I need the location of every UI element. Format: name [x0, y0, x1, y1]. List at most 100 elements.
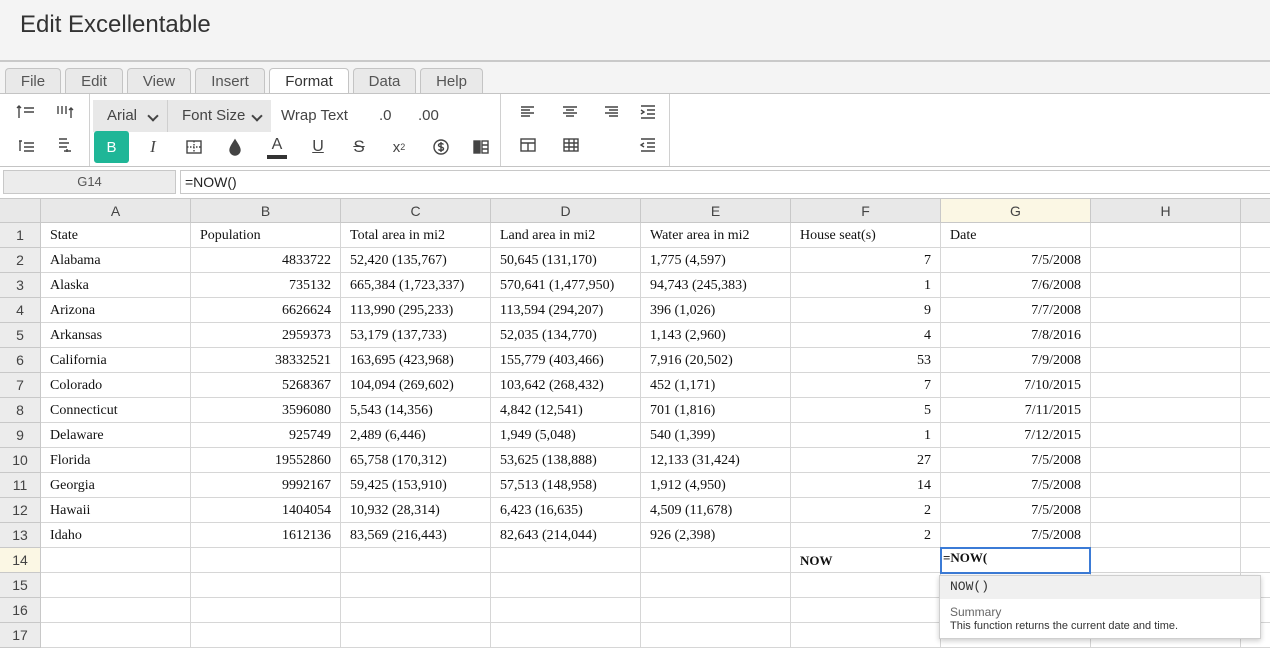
table-cell[interactable]: 2,489 (6,446): [341, 423, 491, 448]
table-cell[interactable]: 38332521: [191, 348, 341, 373]
column-header-b[interactable]: B: [191, 199, 341, 223]
table-cell[interactable]: 10,932 (28,314): [341, 498, 491, 523]
row-header[interactable]: 15: [0, 573, 41, 598]
currency-icon[interactable]: [424, 131, 458, 163]
table-cell[interactable]: 14: [791, 473, 941, 498]
row-header[interactable]: 17: [0, 623, 41, 648]
cell[interactable]: [1241, 323, 1270, 348]
table-cell[interactable]: 7,916 (20,502): [641, 348, 791, 373]
table-cell[interactable]: 7/7/2008: [941, 298, 1091, 323]
table-cell[interactable]: 163,695 (423,968): [341, 348, 491, 373]
strikethrough-icon[interactable]: S: [342, 131, 376, 163]
table-cell[interactable]: 53,179 (137,733): [341, 323, 491, 348]
column-header-d[interactable]: D: [491, 199, 641, 223]
table-cell[interactable]: 5,543 (14,356): [341, 398, 491, 423]
header-cell[interactable]: Total area in mi2: [341, 223, 491, 248]
merge-cells-icon[interactable]: [511, 129, 545, 161]
table-cell[interactable]: 104,094 (269,602): [341, 373, 491, 398]
table-cell[interactable]: 2: [791, 498, 941, 523]
superscript-icon[interactable]: x2: [382, 131, 416, 163]
cell[interactable]: [1091, 498, 1241, 523]
row-header[interactable]: 1: [0, 223, 41, 248]
table-cell[interactable]: California: [41, 348, 191, 373]
outdent-icon[interactable]: [631, 129, 665, 161]
wrap-text-button[interactable]: Wrap Text: [281, 100, 348, 132]
cell[interactable]: [491, 623, 641, 648]
table-cell[interactable]: 1,949 (5,048): [491, 423, 641, 448]
header-cell[interactable]: Date: [941, 223, 1091, 248]
table-cell[interactable]: 52,420 (135,767): [341, 248, 491, 273]
table-cell[interactable]: 7/5/2008: [941, 473, 1091, 498]
conditional-format-icon[interactable]: [464, 131, 498, 163]
column-header-a[interactable]: A: [41, 199, 191, 223]
table-cell[interactable]: 12,133 (31,424): [641, 448, 791, 473]
cell[interactable]: [491, 548, 641, 573]
cell[interactable]: [191, 623, 341, 648]
header-cell[interactable]: Population: [191, 223, 341, 248]
cell[interactable]: [1241, 423, 1270, 448]
cell-editor-g14[interactable]: =NOW(: [940, 547, 1091, 574]
table-cell[interactable]: 52,035 (134,770): [491, 323, 641, 348]
cell[interactable]: [341, 573, 491, 598]
font-family-dropdown[interactable]: Arial: [93, 100, 167, 132]
header-cell[interactable]: Water area in mi2: [641, 223, 791, 248]
row-header[interactable]: 11: [0, 473, 41, 498]
table-cell[interactable]: Colorado: [41, 373, 191, 398]
table-cell[interactable]: 9: [791, 298, 941, 323]
delete-column-icon[interactable]: [48, 129, 82, 161]
cell[interactable]: [1241, 523, 1270, 548]
table-cell[interactable]: 1,775 (4,597): [641, 248, 791, 273]
table-cell[interactable]: 53,625 (138,888): [491, 448, 641, 473]
table-cell[interactable]: 7/8/2016: [941, 323, 1091, 348]
table-cell[interactable]: 1404054: [191, 498, 341, 523]
cell[interactable]: [1091, 273, 1241, 298]
font-size-dropdown[interactable]: Font Size: [167, 100, 271, 132]
cell[interactable]: [1241, 348, 1270, 373]
cell[interactable]: [191, 548, 341, 573]
cell[interactable]: [1091, 248, 1241, 273]
table-cell[interactable]: Hawaii: [41, 498, 191, 523]
cell[interactable]: [641, 573, 791, 598]
table-cell[interactable]: Alabama: [41, 248, 191, 273]
table-cell[interactable]: 103,642 (268,432): [491, 373, 641, 398]
cell[interactable]: [1091, 448, 1241, 473]
table-cell[interactable]: 7/10/2015: [941, 373, 1091, 398]
cell[interactable]: [341, 623, 491, 648]
row-header[interactable]: 16: [0, 598, 41, 623]
cell[interactable]: [791, 573, 941, 598]
header-cell[interactable]: Land area in mi2: [491, 223, 641, 248]
table-cell[interactable]: 4,509 (11,678): [641, 498, 791, 523]
cell[interactable]: [1241, 223, 1270, 248]
table-cell[interactable]: 59,425 (153,910): [341, 473, 491, 498]
table-cell[interactable]: 7/6/2008: [941, 273, 1091, 298]
table-cell[interactable]: 4: [791, 323, 941, 348]
table-cell[interactable]: 701 (1,816): [641, 398, 791, 423]
table-cell[interactable]: 1,912 (4,950): [641, 473, 791, 498]
table-cell[interactable]: 925749: [191, 423, 341, 448]
table-cell[interactable]: Arkansas: [41, 323, 191, 348]
cell[interactable]: [341, 548, 491, 573]
tab-file[interactable]: File: [5, 68, 61, 95]
table-cell[interactable]: 7/5/2008: [941, 498, 1091, 523]
fill-color-icon[interactable]: [218, 131, 252, 163]
table-cell[interactable]: 1: [791, 273, 941, 298]
bold-icon[interactable]: B: [94, 131, 129, 163]
cell[interactable]: [491, 573, 641, 598]
cell[interactable]: [1241, 273, 1270, 298]
table-cell[interactable]: 83,569 (216,443): [341, 523, 491, 548]
table-icon[interactable]: [554, 129, 588, 161]
table-cell[interactable]: 113,594 (294,207): [491, 298, 641, 323]
underline-icon[interactable]: U: [301, 131, 335, 163]
decrease-decimal-button[interactable]: .0: [379, 100, 392, 132]
formula-input[interactable]: =NOW(): [180, 170, 1270, 194]
row-header[interactable]: 3: [0, 273, 41, 298]
cell[interactable]: [1241, 298, 1270, 323]
cell[interactable]: [1091, 298, 1241, 323]
table-cell[interactable]: 7: [791, 373, 941, 398]
table-cell[interactable]: 57,513 (148,958): [491, 473, 641, 498]
row-header[interactable]: 12: [0, 498, 41, 523]
table-cell[interactable]: 7/12/2015: [941, 423, 1091, 448]
tab-insert[interactable]: Insert: [195, 68, 265, 95]
cell-reference-box[interactable]: G14: [3, 170, 176, 194]
align-right-icon[interactable]: [594, 96, 628, 128]
